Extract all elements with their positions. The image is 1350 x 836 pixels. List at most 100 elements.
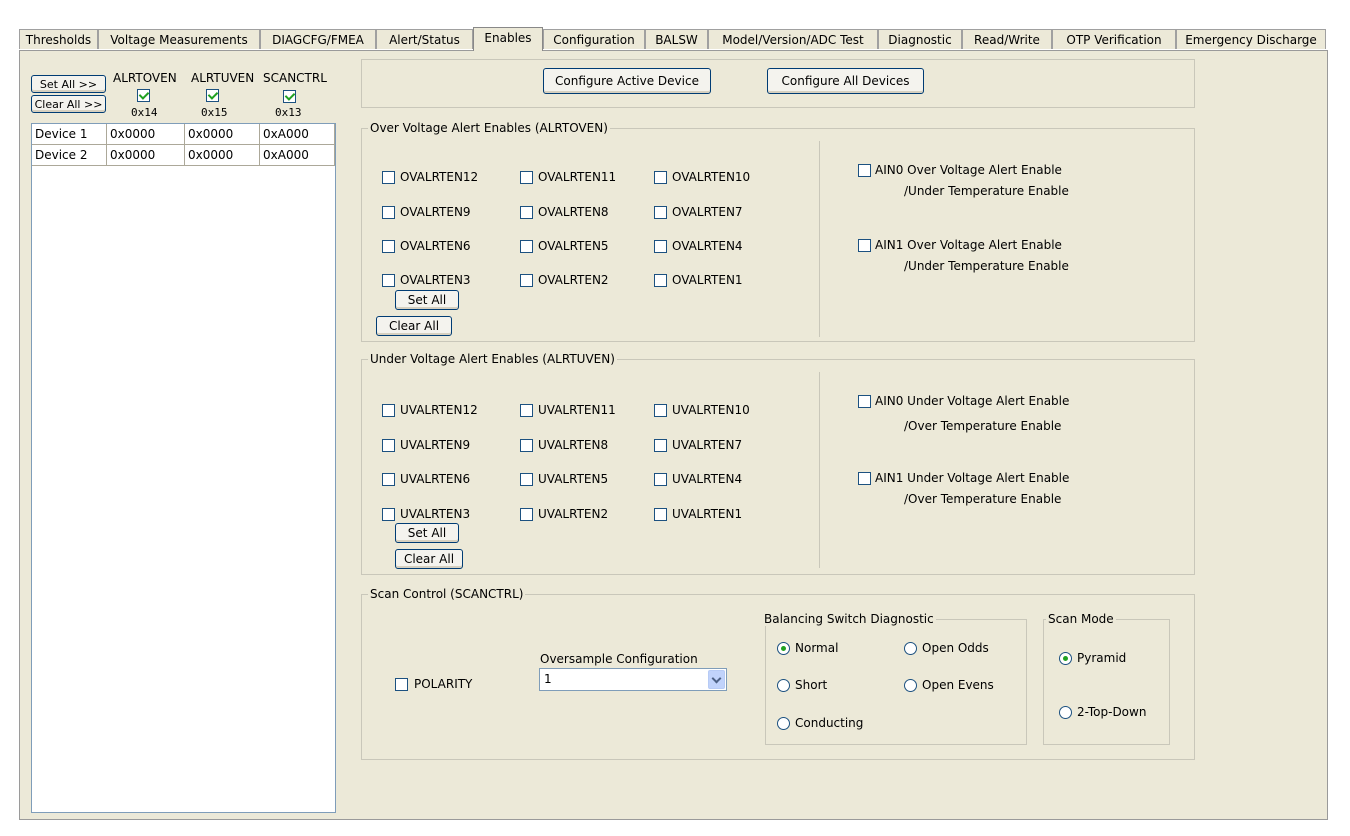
ovalrten-label: OVALRTEN5 — [538, 239, 609, 253]
open-odds-label: Open Odds — [922, 641, 989, 655]
ain0-uv-label: AIN0 Under Voltage Alert Enable — [875, 394, 1070, 408]
device-register-table[interactable]: Device 1 0x0000 0x0000 0xA000 Device 2 0… — [31, 123, 336, 813]
ovalrten-checkbox[interactable] — [382, 206, 395, 219]
ovalrten-checkbox[interactable] — [654, 274, 667, 287]
ovalrten-label: OVALRTEN2 — [538, 273, 609, 287]
uv-set-all-button[interactable]: Set All — [395, 523, 459, 543]
ain1-ov-label-line2: /Under Temperature Enable — [904, 259, 1069, 273]
conducting-radio[interactable] — [777, 717, 790, 730]
under-voltage-group-title: Under Voltage Alert Enables (ALRTUVEN) — [368, 352, 617, 366]
uvalrten-checkbox[interactable] — [654, 439, 667, 452]
uvalrten-checkbox[interactable] — [520, 508, 533, 521]
oversample-dropdown[interactable]: 1 — [539, 668, 727, 691]
ovalrten-checkbox[interactable] — [382, 274, 395, 287]
two-top-down-radio[interactable] — [1059, 706, 1072, 719]
scanctrl-value-cell[interactable]: 0xA000 — [260, 145, 335, 166]
balancing-switch-diagnostic-group: Balancing Switch Diagnostic Normal Open … — [762, 612, 1027, 745]
uvalrten-checkbox[interactable] — [382, 508, 395, 521]
alrtoven-value-cell[interactable]: 0x0000 — [107, 145, 185, 166]
uvalrten-checkbox[interactable] — [654, 404, 667, 417]
uvalrten-label: UVALRTEN5 — [538, 472, 609, 486]
uvalrten-label: UVALRTEN3 — [400, 507, 471, 521]
tab-diagnostic[interactable]: Diagnostic — [878, 29, 962, 49]
ovalrten-label: OVALRTEN9 — [400, 205, 471, 219]
alrtoven-column-checkbox[interactable] — [137, 89, 150, 102]
ovalrten-checkbox[interactable] — [520, 274, 533, 287]
ain1-ov-checkbox[interactable] — [858, 239, 871, 252]
scanctrl-column-checkbox[interactable] — [283, 90, 296, 103]
uvalrten-checkbox[interactable] — [520, 439, 533, 452]
polarity-label: POLARITY — [414, 677, 473, 691]
ovalrten-checkbox[interactable] — [382, 240, 395, 253]
scanctrl-value-cell[interactable]: 0xA000 — [260, 124, 335, 145]
short-label: Short — [795, 678, 828, 692]
ovalrten-checkbox[interactable] — [654, 171, 667, 184]
clear-all-devices-button[interactable]: Clear All >> — [31, 95, 106, 113]
scan-control-group-title: Scan Control (SCANCTRL) — [368, 587, 526, 601]
uvalrten-label: UVALRTEN10 — [672, 403, 750, 417]
uvalrten-label: UVALRTEN2 — [538, 507, 609, 521]
polarity-checkbox[interactable] — [395, 678, 408, 691]
uv-clear-all-button[interactable]: Clear All — [395, 549, 463, 569]
alrtuven-value-cell[interactable]: 0x0000 — [185, 124, 260, 145]
scan-mode-title: Scan Mode — [1046, 612, 1116, 626]
chevron-down-icon[interactable] — [708, 670, 725, 689]
tab-model-version-adc-test[interactable]: Model/Version/ADC Test — [708, 29, 878, 49]
tab-otp-verification[interactable]: OTP Verification — [1052, 29, 1176, 49]
alrtuven-value-cell[interactable]: 0x0000 — [185, 145, 260, 166]
over-voltage-alert-group: Over Voltage Alert Enables (ALRTOVEN) OV… — [361, 121, 1195, 342]
ovalrten-checkbox[interactable] — [654, 206, 667, 219]
ain1-uv-checkbox[interactable] — [858, 472, 871, 485]
ovalrten-label: OVALRTEN8 — [538, 205, 609, 219]
open-odds-radio[interactable] — [904, 642, 917, 655]
tab-alert-status[interactable]: Alert/Status — [376, 29, 473, 49]
ain0-ov-checkbox[interactable] — [858, 164, 871, 177]
ain0-uv-checkbox[interactable] — [858, 395, 871, 408]
normal-radio[interactable] — [777, 642, 790, 655]
configure-active-device-button[interactable]: Configure Active Device — [543, 68, 711, 94]
pyramid-radio[interactable] — [1059, 652, 1072, 665]
column-header-alrtuven: ALRTUVEN — [191, 71, 255, 85]
tab-enables[interactable]: Enables — [473, 27, 543, 51]
uvalrten-checkbox[interactable] — [654, 508, 667, 521]
uvalrten-checkbox[interactable] — [654, 473, 667, 486]
open-evens-radio[interactable] — [904, 679, 917, 692]
short-radio[interactable] — [777, 679, 790, 692]
ain0-ov-label-line2: /Under Temperature Enable — [904, 184, 1069, 198]
ovalrten-label: OVALRTEN11 — [538, 170, 617, 184]
uvalrten-label: UVALRTEN9 — [400, 438, 471, 452]
scan-mode-group: Scan Mode Pyramid 2-Top-Down — [1043, 612, 1170, 745]
tab-configuration[interactable]: Configuration — [543, 29, 645, 49]
ov-separator — [819, 141, 820, 337]
alrtuven-address: 0x15 — [201, 106, 228, 119]
ain0-ov-label: AIN0 Over Voltage Alert Enable — [875, 163, 1062, 177]
tab-voltage-measurements[interactable]: Voltage Measurements — [98, 29, 260, 49]
set-all-devices-button[interactable]: Set All >> — [31, 75, 106, 93]
ov-set-all-button[interactable]: Set All — [395, 290, 459, 310]
ovalrten-checkbox[interactable] — [520, 171, 533, 184]
balancing-switch-title: Balancing Switch Diagnostic — [762, 612, 936, 626]
open-evens-label: Open Evens — [922, 678, 994, 692]
ovalrten-label: OVALRTEN7 — [672, 205, 743, 219]
uvalrten-checkbox[interactable] — [382, 473, 395, 486]
ovalrten-checkbox[interactable] — [520, 240, 533, 253]
ovalrten-checkbox[interactable] — [654, 240, 667, 253]
uvalrten-label: UVALRTEN6 — [400, 472, 471, 486]
tab-diagcfg-fmea[interactable]: DIAGCFG/FMEA — [260, 29, 376, 49]
uvalrten-checkbox[interactable] — [382, 404, 395, 417]
uvalrten-checkbox[interactable] — [520, 473, 533, 486]
configure-all-devices-button[interactable]: Configure All Devices — [767, 68, 924, 94]
alrtoven-value-cell[interactable]: 0x0000 — [107, 124, 185, 145]
tab-emergency-discharge[interactable]: Emergency Discharge — [1176, 29, 1326, 49]
tab-read-write[interactable]: Read/Write — [962, 29, 1052, 49]
ain0-uv-label-line2: /Over Temperature Enable — [904, 419, 1062, 433]
uvalrten-label: UVALRTEN4 — [672, 472, 743, 486]
ov-clear-all-button[interactable]: Clear All — [376, 316, 452, 336]
ovalrten-checkbox[interactable] — [382, 171, 395, 184]
tab-thresholds[interactable]: Thresholds — [19, 29, 98, 49]
alrtuven-column-checkbox[interactable] — [206, 89, 219, 102]
uvalrten-checkbox[interactable] — [520, 404, 533, 417]
ovalrten-checkbox[interactable] — [520, 206, 533, 219]
uvalrten-checkbox[interactable] — [382, 439, 395, 452]
tab-balsw[interactable]: BALSW — [645, 29, 708, 49]
